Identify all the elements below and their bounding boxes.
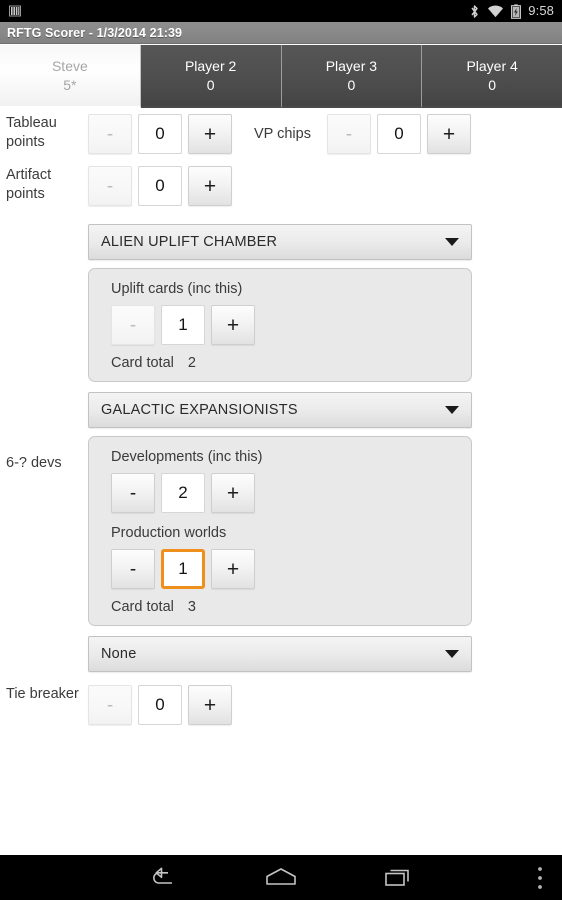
tab-player-1-score: 5* [63, 77, 77, 93]
production-worlds-decrement-button[interactable]: - [111, 549, 155, 589]
battery-charging-icon [511, 3, 522, 19]
vp-chips-increment-button[interactable]: + [426, 114, 471, 154]
row-six-devs: 6-? devs Developments (inc this) - 2 + P… [0, 436, 562, 626]
label-developments: Developments (inc this) [111, 449, 263, 465]
label-uplift-cards: Uplift cards (inc this) [111, 281, 243, 297]
tie-breaker-value-input[interactable]: 0 [138, 685, 182, 725]
label-vp-chips: VP chips [254, 126, 311, 142]
chevron-down-icon [445, 650, 459, 658]
status-bar-clock: 9:58 [528, 3, 554, 18]
back-icon [153, 867, 172, 884]
uplift-card-total-value: 2 [187, 355, 196, 371]
home-icon [266, 867, 296, 885]
card-panel-galactic: Developments (inc this) - 2 + Production… [88, 436, 472, 626]
developments-increment-button[interactable]: + [211, 473, 255, 513]
recents-icon [385, 869, 409, 886]
tab-player-1[interactable]: Steve 5* [0, 45, 141, 108]
chevron-down-icon [445, 406, 459, 414]
card-select-2[interactable]: GALACTIC EXPANSIONISTS [88, 392, 472, 428]
galactic-card-total-label: Card total [111, 599, 174, 615]
tab-player-4-score: 0 [488, 77, 497, 93]
label-artifact-points: Artifact points [6, 167, 52, 202]
tab-player-2-score: 0 [206, 77, 215, 93]
wifi-icon [488, 5, 504, 17]
card-select-3-value: None [101, 646, 137, 662]
card-select-1[interactable]: ALIEN UPLIFT CHAMBER [88, 224, 472, 260]
app-title: RFTG Scorer - 1/3/2014 21:39 [7, 25, 183, 40]
card-panel-uplift: Uplift cards (inc this) - 1 + Card total… [88, 268, 472, 382]
uplift-cards-increment-button[interactable]: + [211, 305, 255, 345]
label-six-devs: 6-? devs [6, 455, 62, 471]
spinner-tie-breaker: - 0 + [88, 685, 232, 725]
tab-player-3[interactable]: Player 3 0 [281, 45, 423, 108]
label-tableau-points: Tableau points [6, 115, 57, 150]
status-bar: 9:58 [0, 0, 562, 22]
tab-player-4-name: Player 4 [466, 58, 518, 74]
home-button[interactable] [262, 866, 300, 890]
title-bar: RFTG Scorer - 1/3/2014 21:39 [0, 22, 562, 44]
row-tableau-points: Tableau points - 0 + VP chips - 0 + [0, 114, 562, 154]
tab-player-2[interactable]: Player 2 0 [140, 45, 282, 108]
bars-icon [9, 5, 21, 17]
tie-breaker-increment-button[interactable]: + [188, 685, 232, 725]
tab-player-3-score: 0 [347, 77, 356, 93]
tab-player-3-name: Player 3 [325, 58, 378, 74]
tab-player-2-name: Player 2 [184, 58, 237, 74]
card-select-2-value: GALACTIC EXPANSIONISTS [101, 402, 298, 418]
overflow-menu-button[interactable] [536, 865, 544, 891]
overflow-menu-icon [538, 866, 542, 889]
artifact-points-decrement-button[interactable]: - [88, 166, 132, 206]
chevron-down-icon [445, 238, 459, 246]
uplift-cards-decrement-button[interactable]: - [111, 305, 155, 345]
spinner-artifact-points: - 0 + [88, 166, 232, 206]
row-tie-breaker: Tie breaker - 0 + [0, 685, 562, 725]
card-select-3[interactable]: None [88, 636, 472, 672]
bluetooth-icon [471, 4, 479, 18]
back-button[interactable] [146, 866, 176, 890]
production-worlds-increment-button[interactable]: + [211, 549, 255, 589]
tableau-points-value-input[interactable]: 0 [138, 114, 182, 154]
status-bar-notifications [8, 4, 22, 18]
tableau-points-decrement-button[interactable]: - [88, 114, 132, 154]
status-bar-system-icons: 9:58 [469, 0, 554, 22]
tab-player-4[interactable]: Player 4 0 [422, 45, 562, 108]
android-navigation-bar [0, 855, 562, 900]
spinner-developments: - 2 + [111, 473, 471, 513]
uplift-card-total-label: Card total [111, 355, 174, 371]
card-select-1-value: ALIEN UPLIFT CHAMBER [101, 234, 278, 250]
production-worlds-value-input[interactable]: 1 [161, 549, 205, 589]
vp-chips-value-input[interactable]: 0 [376, 114, 421, 154]
score-form: Tableau points - 0 + VP chips - 0 + Arti… [0, 110, 562, 855]
tie-breaker-decrement-button[interactable]: - [88, 685, 132, 725]
uplift-card-total: Card total 2 [111, 355, 471, 371]
app-root: 9:58 RFTG Scorer - 1/3/2014 21:39 Steve … [0, 0, 562, 900]
tableau-points-increment-button[interactable]: + [188, 114, 232, 154]
vp-chips-decrement-button[interactable]: - [326, 114, 371, 154]
artifact-points-value-input[interactable]: 0 [138, 166, 182, 206]
developments-decrement-button[interactable]: - [111, 473, 155, 513]
spinner-production-worlds: - 1 + [111, 549, 471, 589]
row-artifact-points: Artifact points - 0 + [0, 166, 562, 206]
developments-value-input[interactable]: 2 [161, 473, 205, 513]
artifact-points-increment-button[interactable]: + [188, 166, 232, 206]
spinner-tableau-points: - 0 + [88, 114, 232, 154]
label-production-worlds: Production worlds [111, 525, 227, 541]
tab-player-1-name: Steve [51, 58, 88, 74]
label-tie-breaker: Tie breaker [6, 686, 79, 702]
recents-button[interactable] [382, 866, 416, 890]
spinner-uplift-cards: - 1 + [111, 305, 471, 345]
uplift-cards-value-input[interactable]: 1 [161, 305, 205, 345]
galactic-card-total: Card total 3 [111, 599, 471, 615]
spinner-vp-chips: - 0 + [326, 114, 471, 154]
galactic-card-total-value: 3 [187, 599, 196, 615]
player-tab-bar: Steve 5* Player 2 0 Player 3 0 Player 4 … [0, 45, 562, 108]
